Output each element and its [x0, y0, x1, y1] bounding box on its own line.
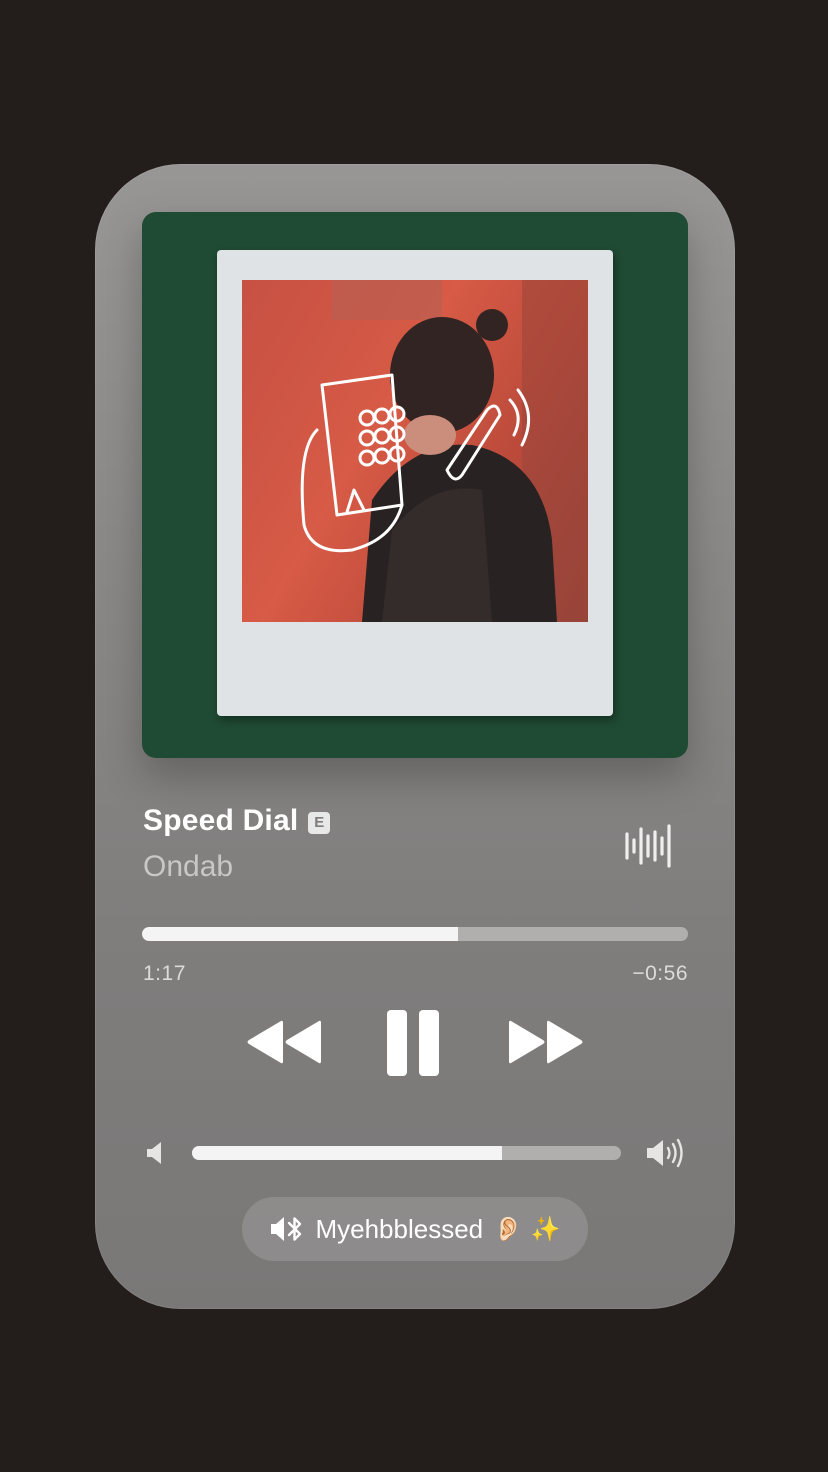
output-device-name: Myehbblessed [315, 1213, 484, 1244]
fast-forward-button[interactable] [507, 1019, 585, 1065]
now-playing-card: Speed Dial E Ondab 1:17 −0:56 Myehbbless… [95, 164, 735, 1309]
remaining-time: −0:56 [632, 962, 688, 985]
playback-progress-fill [142, 927, 458, 941]
waveform-icon[interactable] [623, 824, 673, 868]
speaker-low-icon [145, 1141, 167, 1165]
artist-name[interactable]: Ondab [143, 850, 233, 884]
album-photo [242, 280, 588, 622]
volume-slider[interactable] [192, 1146, 621, 1160]
album-artwork[interactable] [142, 212, 688, 758]
explicit-badge: E [308, 812, 331, 834]
elapsed-time: 1:17 [143, 962, 186, 985]
pause-button[interactable] [385, 1008, 441, 1078]
playback-progress-bar[interactable] [142, 927, 688, 941]
polaroid-frame [217, 250, 613, 716]
audio-output-button[interactable]: Myehbblessed 👂🏻 ✨ [242, 1197, 588, 1261]
volume-slider-fill [192, 1146, 503, 1160]
rewind-icon [247, 1020, 321, 1064]
speaker-high-icon [645, 1137, 687, 1169]
pause-icon [387, 1010, 439, 1076]
output-device-emoji: 👂🏻 ✨ [493, 1215, 561, 1243]
fast-forward-icon [509, 1020, 583, 1064]
rewind-button[interactable] [245, 1019, 323, 1065]
bluetooth-speaker-icon [271, 1217, 302, 1241]
track-title[interactable]: Speed Dial E [143, 804, 331, 838]
track-title-text: Speed Dial [143, 804, 299, 837]
